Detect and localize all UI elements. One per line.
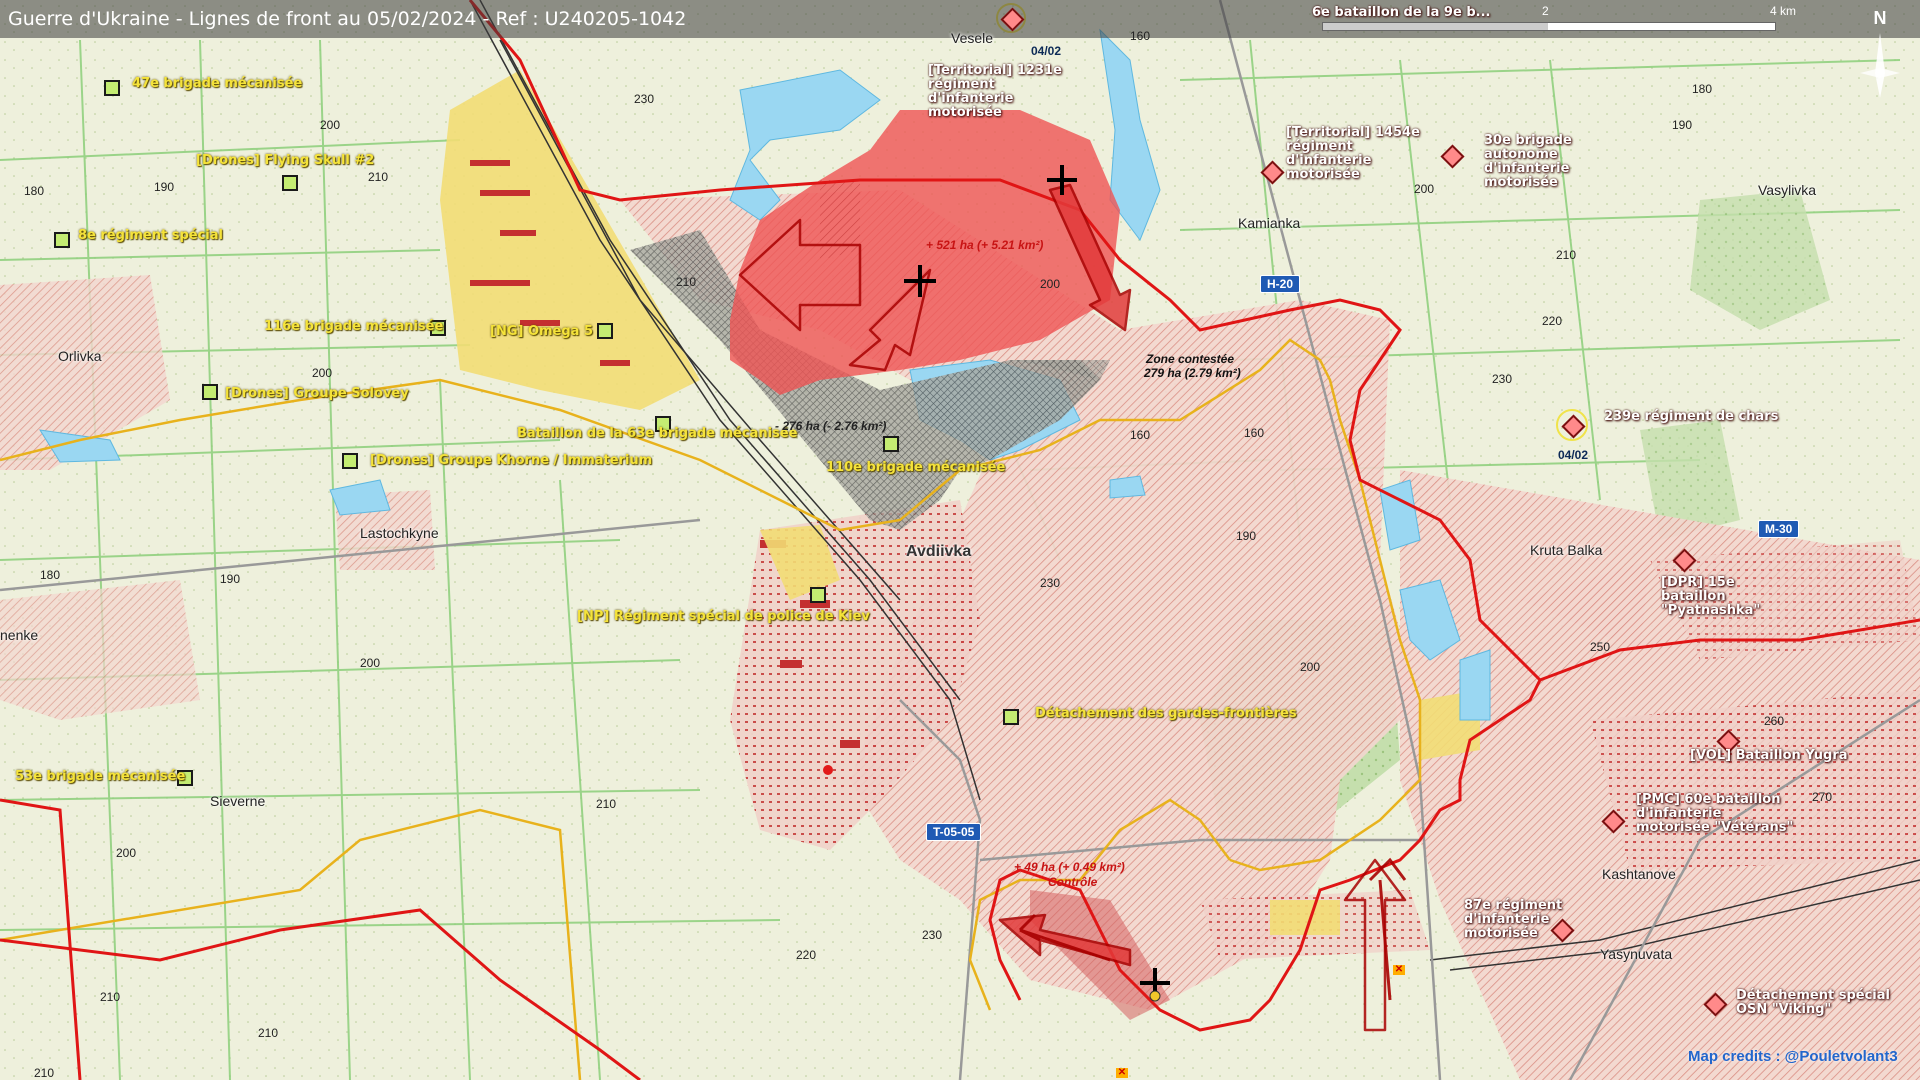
elevation-label: 210 xyxy=(100,990,121,1004)
elevation-label: 180 xyxy=(40,568,61,582)
elevation-label: 210 xyxy=(596,797,617,811)
elevation-label: 190 xyxy=(220,572,241,586)
road-badge-t0505: T-05-05 xyxy=(926,823,982,841)
scale-label-4: 4 km xyxy=(1770,4,1797,18)
elevation-label: 250 xyxy=(1590,640,1611,654)
destroyed-marker-icon: ✕ xyxy=(1393,964,1405,975)
north-label: N xyxy=(1873,8,1887,28)
town-lastochkyne: Lastochkyne xyxy=(360,525,439,541)
elevation-label: 200 xyxy=(1414,182,1435,196)
elevation-label: 160 xyxy=(1130,29,1151,43)
elevation-label: 210 xyxy=(1556,248,1577,262)
ukraine-unit-symbol[interactable] xyxy=(597,323,613,339)
ukraine-unit-label: Détachement des gardes-frontières xyxy=(1035,706,1297,721)
town-orlivka: Orlivka xyxy=(58,348,102,364)
scale-bar xyxy=(1322,22,1776,31)
elevation-label: 180 xyxy=(24,184,45,198)
gain-annotation-south-sub: Contrôle xyxy=(1048,875,1098,889)
elevation-label: 200 xyxy=(320,118,341,132)
ukraine-unit-label: 47e brigade mécanisée xyxy=(132,76,303,91)
elevation-label: 210 xyxy=(34,1066,55,1080)
ukraine-unit-symbol[interactable] xyxy=(202,384,218,400)
elevation-label: 190 xyxy=(1672,118,1693,132)
russia-unit-label: [Territorial] 1454e régiment d'infanteri… xyxy=(1286,125,1420,182)
elevation-label: 180 xyxy=(1692,82,1713,96)
ukraine-unit-symbol[interactable] xyxy=(883,436,899,452)
elevation-label: 160 xyxy=(1130,428,1151,442)
elevation-label: 200 xyxy=(360,656,381,670)
russia-unit-label: [Territorial] 1231e régiment d'infanteri… xyxy=(928,63,1062,120)
elevation-label: 190 xyxy=(1236,529,1257,543)
ukraine-unit-symbol[interactable] xyxy=(342,453,358,469)
elevation-label: 220 xyxy=(796,948,817,962)
town-nenke: nenke xyxy=(0,627,39,643)
town-avdiivka: Avdiivka xyxy=(906,543,972,560)
elevation-label: 230 xyxy=(1492,372,1513,386)
ukraine-unit-label: [NP] Régiment spécial de police de Kiev xyxy=(577,609,870,624)
russia-unit-label: 6e bataillon de la 9e b... xyxy=(1312,5,1491,20)
gain-annotation-north: + 521 ha (+ 5.21 km²) xyxy=(926,238,1044,252)
contested-zone-area: 279 ha (2.79 km²) xyxy=(1144,366,1241,380)
town-kamianka: Kamianka xyxy=(1238,215,1301,231)
map-title: Guerre d'Ukraine - Lignes de front au 05… xyxy=(8,8,687,30)
russia-unit-label: 239e régiment de chars xyxy=(1604,409,1779,424)
town-kashtanove: Kashtanove xyxy=(1602,866,1676,882)
destroyed-marker-icon: ✕ xyxy=(1116,1067,1128,1078)
elevation-label: 230 xyxy=(1040,576,1061,590)
ukraine-unit-label: [NG] Omega 5 xyxy=(490,324,594,339)
elevation-label: 210 xyxy=(676,275,697,289)
ukraine-unit-symbol[interactable] xyxy=(54,232,70,248)
elevation-label: 200 xyxy=(1040,277,1061,291)
elevation-label: 160 xyxy=(1244,426,1265,440)
ukraine-unit-label: 116e brigade mécanisée xyxy=(264,319,444,334)
elevation-label: 210 xyxy=(258,1026,279,1040)
russia-unit-label: Détachement spécial OSN "Viking" xyxy=(1736,988,1890,1017)
gain-annotation-south: + 49 ha (+ 0.49 km²) xyxy=(1014,860,1125,874)
road-badge-m30: M-30 xyxy=(1758,520,1800,538)
elevation-label: 220 xyxy=(1542,314,1563,328)
town-yasynuvata: Yasynuvata xyxy=(1600,946,1673,962)
ukraine-unit-label: 53e brigade mécanisée xyxy=(15,769,186,784)
town-vasylivka: Vasylivka xyxy=(1758,182,1817,198)
town-sieverne: Sieverne xyxy=(210,793,266,809)
ukraine-unit-label: 8e régiment spécial xyxy=(78,228,223,243)
map-credits: Map credits : @Pouletvolant3 xyxy=(1688,1048,1898,1065)
elevation-label: 230 xyxy=(922,928,943,942)
ukraine-unit-symbol[interactable] xyxy=(810,587,826,603)
russia-unit-label: [DPR] 15e bataillon "Pyatnashka" xyxy=(1661,575,1761,618)
town-vesele: Vesele xyxy=(951,30,994,46)
elevation-label: 230 xyxy=(634,92,655,106)
contested-zone-title: Zone contestée xyxy=(1146,352,1235,366)
loss-annotation: - 276 ha (- 2.76 km²) xyxy=(775,419,887,433)
elevation-label: 270 xyxy=(1812,790,1833,804)
elevation-label: 200 xyxy=(312,366,333,380)
ukraine-unit-label: [Drones] Groupe Khorne / Immaterium xyxy=(370,453,653,468)
ukraine-unit-label: [Drones] Flying Skull #2 xyxy=(196,153,375,168)
road-badge-h20: H-20 xyxy=(1260,275,1301,293)
ukraine-unit-symbol[interactable] xyxy=(1003,709,1019,725)
date-label: 04/02 xyxy=(1558,448,1589,462)
elevation-label: 200 xyxy=(1300,660,1321,674)
russia-unit-label: 30e brigade autonome d'infanterie motori… xyxy=(1484,133,1572,190)
ukraine-unit-label: Bataillon de la 63e brigade mécanisée xyxy=(517,426,798,441)
front-line-map[interactable]: Guerre d'Ukraine - Lignes de front au 05… xyxy=(0,0,1920,1080)
elevation-label: 200 xyxy=(116,846,137,860)
russia-unit-label: 87e régiment d'infanterie motorisée xyxy=(1464,898,1563,941)
elevation-label: 190 xyxy=(154,180,175,194)
town-kruta-balka: Kruta Balka xyxy=(1530,542,1603,558)
ukraine-unit-symbol[interactable] xyxy=(282,175,298,191)
date-label: 04/02 xyxy=(1031,44,1062,58)
ukraine-unit-label: 110e brigade mécanisée xyxy=(826,460,1006,475)
russia-unit-label: [VOL] Bataillon Yugra xyxy=(1690,748,1848,763)
russia-unit-label: [PMC] 60e bataillon d'infanterie motoris… xyxy=(1636,792,1794,835)
elevation-label: 260 xyxy=(1764,714,1785,728)
ukraine-unit-label: [Drones] Groupe Solovey xyxy=(225,386,409,401)
elevation-label: 210 xyxy=(368,170,389,184)
ukraine-unit-symbol[interactable] xyxy=(104,80,120,96)
scale-label-2: 2 xyxy=(1542,4,1549,18)
